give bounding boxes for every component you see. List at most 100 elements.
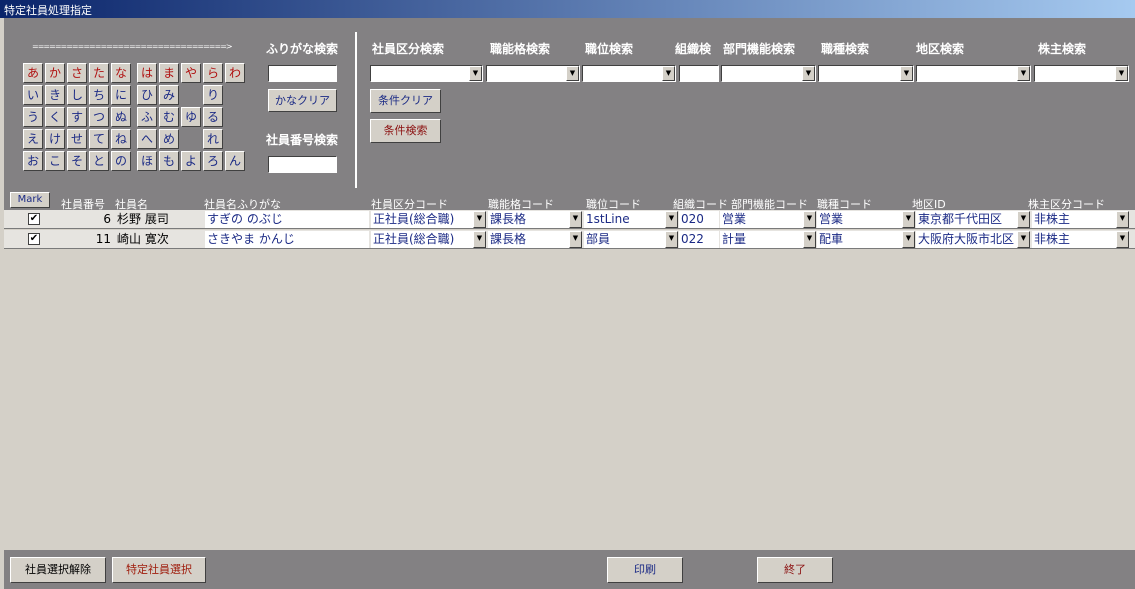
table-row[interactable]: ✔ 11 崎山 寛次 さきやま かんじ 正社員(総合職) ▼ 課長格 ▼ 部員 ▼ 0… — [4, 230, 1135, 249]
shokuno-select[interactable]: ▼ — [486, 65, 580, 82]
chevron-down-icon[interactable]: ▼ — [1116, 211, 1129, 228]
kana-button[interactable]: し — [67, 85, 87, 105]
cell-furigana[interactable]: すぎの のぶじ — [205, 211, 369, 228]
chevron-down-icon[interactable]: ▼ — [1116, 231, 1129, 248]
kana-button[interactable]: ち — [89, 85, 109, 105]
kana-button[interactable]: ま — [159, 63, 179, 83]
kana-button[interactable]: ん — [225, 151, 245, 171]
kana-button[interactable]: お — [23, 151, 43, 171]
kana-button[interactable]: る — [203, 107, 223, 127]
kana-button[interactable]: た — [89, 63, 109, 83]
chevron-down-icon[interactable]: ▼ — [1017, 231, 1030, 248]
kana-button[interactable]: て — [89, 129, 109, 149]
chevron-down-icon[interactable]: ▼ — [566, 66, 579, 81]
row-checkbox[interactable]: ✔ — [28, 233, 40, 245]
kana-button[interactable]: う — [23, 107, 43, 127]
kana-button[interactable]: に — [111, 85, 131, 105]
kana-button[interactable]: な — [111, 63, 131, 83]
chevron-down-icon[interactable]: ▼ — [662, 66, 675, 81]
kana-button[interactable]: こ — [45, 151, 65, 171]
kana-button[interactable]: ひ — [137, 85, 157, 105]
kana-button[interactable]: つ — [89, 107, 109, 127]
soshiki-input[interactable] — [679, 65, 719, 82]
kana-button[interactable]: わ — [225, 63, 245, 83]
kana-button[interactable]: け — [45, 129, 65, 149]
cell-shokui[interactable]: 1stLine ▼ — [584, 211, 678, 228]
select-employee-button[interactable]: 特定社員選択 — [112, 557, 206, 583]
kana-button[interactable]: ね — [111, 129, 131, 149]
kubun-select[interactable]: ▼ — [370, 65, 483, 82]
chevron-down-icon[interactable]: ▼ — [1017, 66, 1030, 81]
chiku-select[interactable]: ▼ — [916, 65, 1031, 82]
kana-button[interactable]: む — [159, 107, 179, 127]
cell-kabunushi[interactable]: 非株主 ▼ — [1032, 231, 1129, 248]
kana-button[interactable]: さ — [67, 63, 87, 83]
bumon-select[interactable]: ▼ — [721, 65, 816, 82]
exit-button[interactable]: 終了 — [757, 557, 833, 583]
cell-shokuno[interactable]: 課長格 ▼ — [488, 231, 582, 248]
chevron-down-icon[interactable]: ▼ — [1115, 66, 1128, 81]
kana-button[interactable]: や — [181, 63, 201, 83]
cell-kubun[interactable]: 正社員(総合職) ▼ — [371, 211, 486, 228]
cell-shokushu[interactable]: 配車 ▼ — [817, 231, 915, 248]
deselect-employee-button[interactable]: 社員選択解除 — [10, 557, 106, 583]
kana-button[interactable]: ぬ — [111, 107, 131, 127]
kana-button[interactable]: と — [89, 151, 109, 171]
kana-button[interactable]: き — [45, 85, 65, 105]
cell-kubun[interactable]: 正社員(総合職) ▼ — [371, 231, 486, 248]
kana-button[interactable]: ゆ — [181, 107, 201, 127]
cell-shokui[interactable]: 部員 ▼ — [584, 231, 678, 248]
kana-button[interactable]: ほ — [137, 151, 157, 171]
kana-button[interactable]: ろ — [203, 151, 223, 171]
chevron-down-icon[interactable]: ▼ — [902, 231, 915, 248]
kabunushi-select[interactable]: ▼ — [1034, 65, 1129, 82]
chevron-down-icon[interactable]: ▼ — [473, 231, 486, 248]
cell-chiku[interactable]: 東京都千代田区 ▼ — [916, 211, 1030, 228]
chevron-down-icon[interactable]: ▼ — [802, 66, 815, 81]
cell-chiku[interactable]: 大阪府大阪市北区 ▼ — [916, 231, 1030, 248]
kana-button[interactable]: か — [45, 63, 65, 83]
print-button[interactable]: 印刷 — [607, 557, 683, 583]
kana-button[interactable]: れ — [203, 129, 223, 149]
kana-button[interactable]: は — [137, 63, 157, 83]
kana-button[interactable]: い — [23, 85, 43, 105]
row-checkbox[interactable]: ✔ — [28, 213, 40, 225]
kana-button[interactable]: よ — [181, 151, 201, 171]
kana-button[interactable]: へ — [137, 129, 157, 149]
kana-button[interactable]: せ — [67, 129, 87, 149]
cond-search-button[interactable]: 条件検索 — [370, 119, 441, 143]
shokushu-select[interactable]: ▼ — [818, 65, 914, 82]
shokui-select[interactable]: ▼ — [582, 65, 676, 82]
cell-soshiki[interactable]: 020 — [679, 211, 719, 228]
chevron-down-icon[interactable]: ▼ — [902, 211, 915, 228]
kana-button[interactable]: ら — [203, 63, 223, 83]
kana-button[interactable]: え — [23, 129, 43, 149]
chevron-down-icon[interactable]: ▼ — [665, 211, 678, 228]
kana-clear-button[interactable]: かなクリア — [268, 89, 337, 112]
kana-button[interactable]: み — [159, 85, 179, 105]
kana-button[interactable]: め — [159, 129, 179, 149]
kana-button[interactable]: の — [111, 151, 131, 171]
kana-button[interactable]: あ — [23, 63, 43, 83]
cond-clear-button[interactable]: 条件クリア — [370, 89, 441, 113]
chevron-down-icon[interactable]: ▼ — [900, 66, 913, 81]
chevron-down-icon[interactable]: ▼ — [569, 211, 582, 228]
empno-input[interactable] — [268, 156, 337, 173]
chevron-down-icon[interactable]: ▼ — [665, 231, 678, 248]
cell-kabunushi[interactable]: 非株主 ▼ — [1032, 211, 1129, 228]
kana-button[interactable]: ふ — [137, 107, 157, 127]
chevron-down-icon[interactable]: ▼ — [473, 211, 486, 228]
kana-input[interactable] — [268, 65, 337, 82]
cell-furigana[interactable]: さきやま かんじ — [205, 231, 369, 248]
cell-bumon[interactable]: 計量 ▼ — [720, 231, 816, 248]
kana-button[interactable]: り — [203, 85, 223, 105]
kana-button[interactable]: く — [45, 107, 65, 127]
chevron-down-icon[interactable]: ▼ — [803, 211, 816, 228]
kana-button[interactable]: そ — [67, 151, 87, 171]
mark-button[interactable]: Mark — [10, 192, 50, 208]
chevron-down-icon[interactable]: ▼ — [569, 231, 582, 248]
kana-button[interactable]: も — [159, 151, 179, 171]
table-row[interactable]: ✔ 6 杉野 展司 すぎの のぶじ 正社員(総合職) ▼ 課長格 ▼ 1stLine… — [4, 210, 1135, 229]
chevron-down-icon[interactable]: ▼ — [803, 231, 816, 248]
cell-shokuno[interactable]: 課長格 ▼ — [488, 211, 582, 228]
